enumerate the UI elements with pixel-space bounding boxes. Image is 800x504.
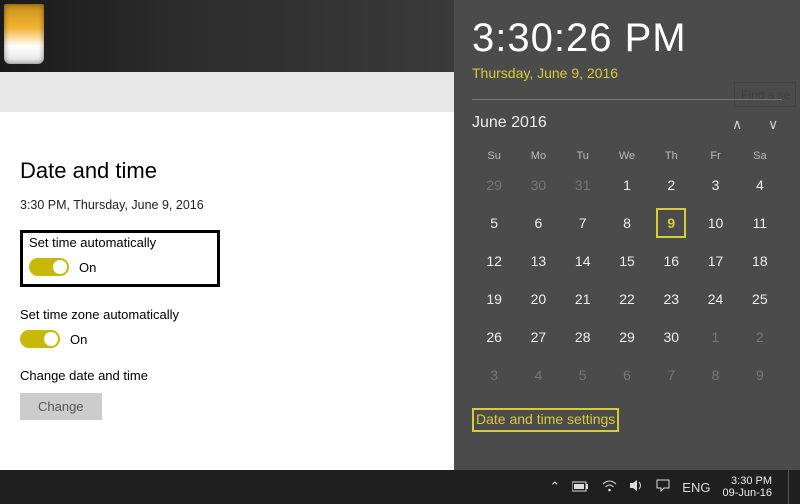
calendar-day[interactable]: 4 bbox=[738, 170, 782, 200]
tray-battery-icon[interactable] bbox=[572, 480, 590, 495]
calendar-day[interactable]: 7 bbox=[561, 208, 605, 238]
tray-wifi-icon[interactable] bbox=[602, 480, 617, 495]
calendar-day[interactable]: 30 bbox=[516, 170, 560, 200]
set-zone-auto-state: On bbox=[70, 332, 87, 347]
calendar-day[interactable]: 28 bbox=[561, 322, 605, 352]
calendar-day[interactable]: 29 bbox=[605, 322, 649, 352]
current-datetime: 3:30 PM, Thursday, June 9, 2016 bbox=[20, 198, 434, 212]
calendar-day[interactable]: 6 bbox=[516, 208, 560, 238]
date-time-settings-link[interactable]: Date and time settings bbox=[476, 411, 615, 427]
calendar-day[interactable]: 2 bbox=[649, 170, 693, 200]
tray-clock[interactable]: 3:30 PM 09-Jun-16 bbox=[722, 475, 772, 499]
calendar-month-label[interactable]: June 2016 bbox=[472, 114, 547, 132]
desktop-backdrop bbox=[0, 0, 454, 72]
calendar-day[interactable]: 7 bbox=[649, 360, 693, 390]
calendar-day[interactable]: 3 bbox=[693, 170, 737, 200]
dow-cell: Su bbox=[472, 150, 516, 162]
calendar-day[interactable]: 25 bbox=[738, 284, 782, 314]
calendar-next-icon[interactable]: ∨ bbox=[768, 116, 782, 130]
change-datetime-label: Change date and time bbox=[20, 368, 434, 383]
calendar-day[interactable]: 14 bbox=[561, 246, 605, 276]
tray-volume-icon[interactable] bbox=[629, 479, 644, 495]
calendar-prev-icon[interactable]: ∧ bbox=[732, 116, 746, 130]
calendar-day[interactable]: 10 bbox=[693, 208, 737, 238]
set-zone-auto-toggle[interactable] bbox=[20, 330, 60, 348]
calendar-day[interactable]: 20 bbox=[516, 284, 560, 314]
calendar-day[interactable]: 29 bbox=[472, 170, 516, 200]
set-time-auto-toggle[interactable] bbox=[29, 258, 69, 276]
tray-action-center-icon[interactable] bbox=[656, 479, 670, 495]
calendar-day[interactable]: 9 bbox=[656, 208, 686, 238]
highlight-dt-settings-link: Date and time settings bbox=[472, 408, 619, 432]
settings-header-bar bbox=[0, 72, 454, 112]
tray-clock-time: 3:30 PM bbox=[722, 475, 772, 487]
calendar-day[interactable]: 21 bbox=[561, 284, 605, 314]
calendar-day[interactable]: 1 bbox=[605, 170, 649, 200]
calendar-day[interactable]: 19 bbox=[472, 284, 516, 314]
glass-graphic bbox=[4, 4, 44, 64]
dow-cell: We bbox=[605, 150, 649, 162]
dow-cell: Sa bbox=[738, 150, 782, 162]
calendar-day[interactable]: 31 bbox=[561, 170, 605, 200]
calendar-day[interactable]: 30 bbox=[649, 322, 693, 352]
show-desktop-button[interactable] bbox=[788, 470, 794, 504]
calendar-day[interactable]: 15 bbox=[605, 246, 649, 276]
calendar-day[interactable]: 27 bbox=[516, 322, 560, 352]
calendar-day[interactable]: 24 bbox=[693, 284, 737, 314]
calendar-day[interactable]: 16 bbox=[649, 246, 693, 276]
flyout-divider bbox=[472, 99, 782, 100]
tray-chevron-up-icon[interactable]: ⌃ bbox=[549, 479, 560, 495]
flyout-time: 3:30:26 PM bbox=[472, 16, 782, 61]
calendar-day[interactable]: 6 bbox=[605, 360, 649, 390]
set-time-auto-label: Set time automatically bbox=[29, 235, 211, 250]
calendar-day[interactable]: 5 bbox=[472, 208, 516, 238]
set-time-auto-state: On bbox=[79, 260, 96, 275]
calendar-day[interactable]: 9 bbox=[738, 360, 782, 390]
set-zone-auto-label: Set time zone automatically bbox=[20, 307, 434, 322]
highlight-set-time-auto: Set time automatically On bbox=[20, 230, 220, 287]
clock-calendar-flyout: 3:30:26 PM Thursday, June 9, 2016 June 2… bbox=[454, 0, 800, 470]
change-button[interactable]: Change bbox=[20, 393, 102, 420]
calendar-day[interactable]: 1 bbox=[693, 322, 737, 352]
calendar-day[interactable]: 8 bbox=[693, 360, 737, 390]
calendar-day[interactable]: 22 bbox=[605, 284, 649, 314]
calendar-day[interactable]: 18 bbox=[738, 246, 782, 276]
page-title: Date and time bbox=[20, 158, 434, 184]
calendar-day[interactable]: 12 bbox=[472, 246, 516, 276]
calendar-dow-row: Su Mo Tu We Th Fr Sa bbox=[472, 150, 782, 162]
taskbar: ⌃ ENG 3:30 PM 09-Jun-16 bbox=[0, 470, 800, 504]
settings-panel: Date and time 3:30 PM, Thursday, June 9,… bbox=[0, 112, 454, 438]
flyout-date: Thursday, June 9, 2016 bbox=[472, 65, 782, 81]
calendar-day[interactable]: 4 bbox=[516, 360, 560, 390]
calendar-grid: 2930311234567891011121314151617181920212… bbox=[472, 170, 782, 390]
calendar-day[interactable]: 17 bbox=[693, 246, 737, 276]
calendar-day[interactable]: 26 bbox=[472, 322, 516, 352]
calendar-day[interactable]: 13 bbox=[516, 246, 560, 276]
calendar-day[interactable]: 2 bbox=[738, 322, 782, 352]
dow-cell: Mo bbox=[516, 150, 560, 162]
calendar-day[interactable]: 8 bbox=[605, 208, 649, 238]
calendar-day[interactable]: 3 bbox=[472, 360, 516, 390]
calendar-day[interactable]: 5 bbox=[561, 360, 605, 390]
tray-language[interactable]: ENG bbox=[682, 480, 710, 495]
dow-cell: Fr bbox=[693, 150, 737, 162]
tray-clock-date: 09-Jun-16 bbox=[722, 487, 772, 499]
dow-cell: Th bbox=[649, 150, 693, 162]
calendar-day[interactable]: 11 bbox=[738, 208, 782, 238]
calendar-day[interactable]: 23 bbox=[649, 284, 693, 314]
dow-cell: Tu bbox=[561, 150, 605, 162]
